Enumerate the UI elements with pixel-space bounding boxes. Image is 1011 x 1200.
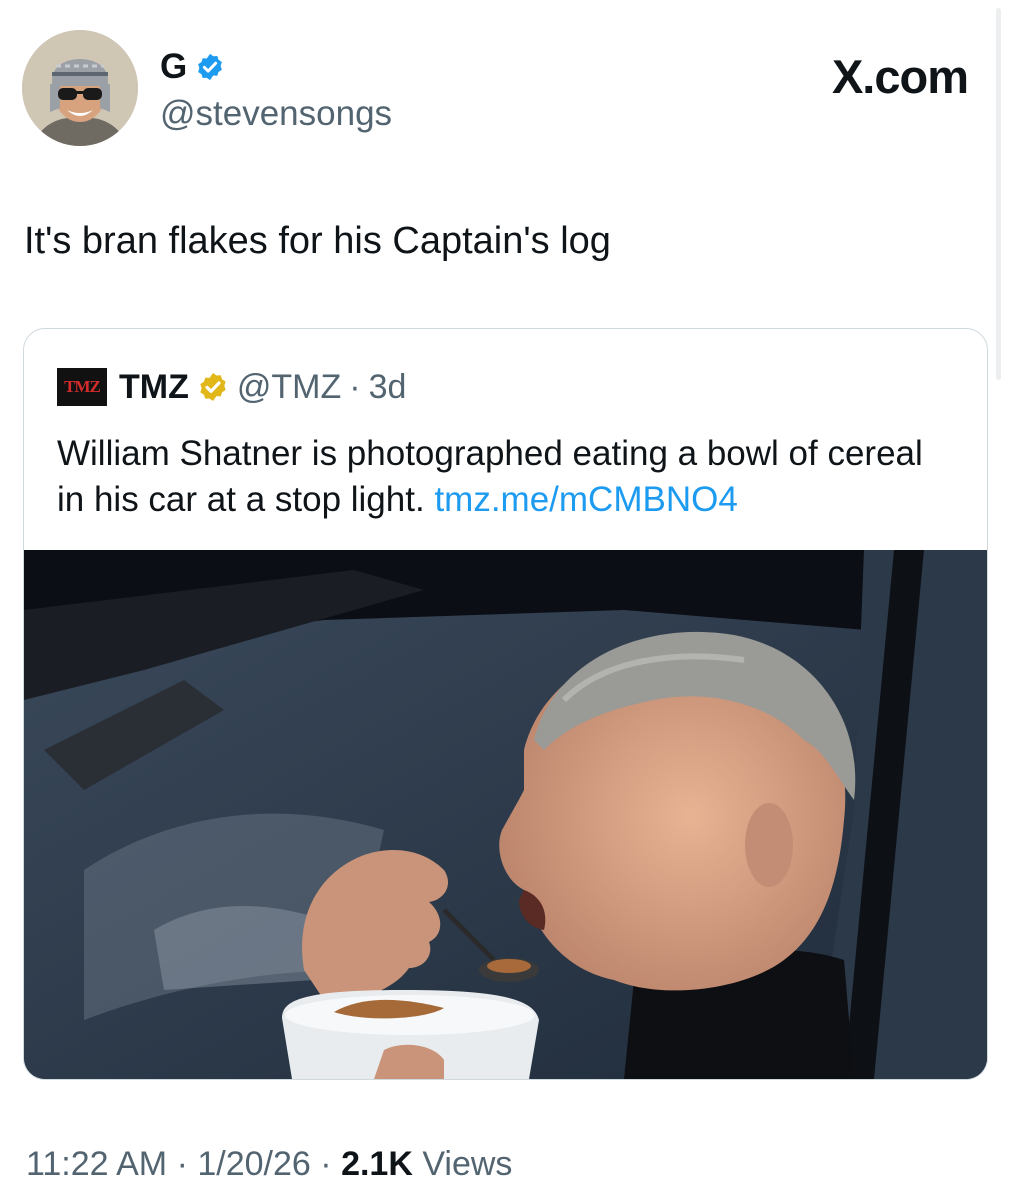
separator-dot: · [176, 1145, 188, 1183]
quoted-author-handle[interactable]: @TMZ [237, 367, 341, 407]
quoted-tweet-text: William Shatner is photographed eating a… [57, 431, 957, 523]
quoted-tweet-link[interactable]: tmz.me/mCMBNO4 [434, 480, 737, 519]
author-name-row[interactable]: G [160, 47, 225, 87]
quoted-tweet-time[interactable]: 3d [369, 367, 407, 407]
quoted-author-name[interactable]: TMZ [119, 367, 189, 407]
quoted-tweet-photo[interactable] [24, 550, 987, 1079]
photo-image [24, 550, 987, 1079]
author-display-name[interactable]: G [160, 47, 187, 87]
avatar[interactable] [22, 30, 138, 146]
gold-verified-badge-icon [200, 373, 226, 401]
views-label: Views [422, 1145, 513, 1183]
tweet-meta: 11:22 AM · 1/20/26 · 2.1K Views [26, 1142, 512, 1186]
quoted-tweet-card[interactable]: TMZ TMZ @TMZ · 3d William Shatner is pho… [23, 328, 988, 1080]
separator-dot: · [349, 368, 361, 406]
tweet-date[interactable]: 1/20/26 [197, 1145, 310, 1183]
scrollbar[interactable] [996, 8, 1001, 380]
tmz-logo[interactable]: TMZ [57, 368, 107, 406]
tweet-time[interactable]: 11:22 AM [26, 1145, 167, 1183]
avatar-image [22, 30, 138, 146]
blue-verified-badge-icon [198, 53, 223, 81]
author-handle[interactable]: @stevensongs [160, 94, 392, 134]
tweet-text: It's bran flakes for his Captain's log [24, 220, 611, 262]
brand-watermark: X.com [831, 50, 969, 103]
separator-dot: · [320, 1145, 332, 1183]
quoted-tweet-header: TMZ TMZ @TMZ · 3d [57, 367, 406, 407]
views-count: 2.1K [341, 1145, 413, 1183]
